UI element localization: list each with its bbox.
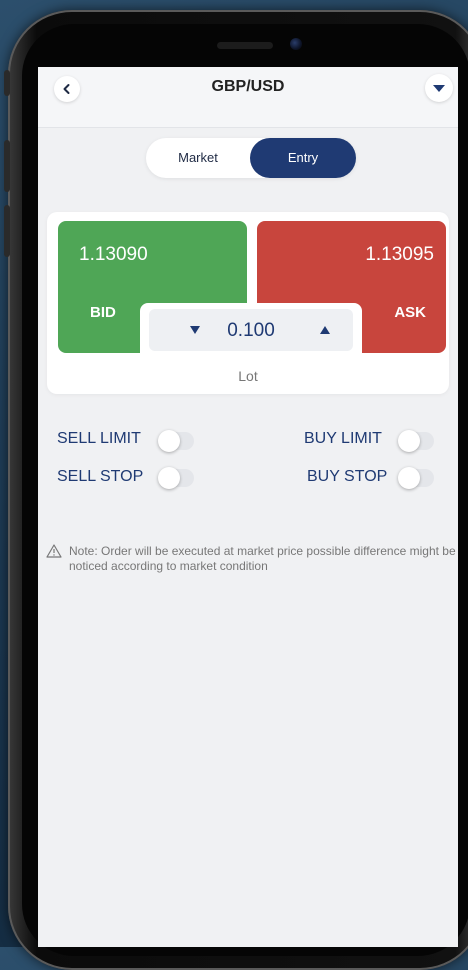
lot-stepper: 0.100 bbox=[149, 309, 353, 351]
toggle-knob bbox=[398, 430, 420, 452]
phone-side-button bbox=[4, 70, 10, 96]
order-type-tabs: Market Entry bbox=[146, 138, 356, 178]
phone-volume-down-button bbox=[4, 205, 10, 257]
sell-limit-toggle[interactable] bbox=[158, 430, 194, 452]
ask-label: ASK bbox=[394, 304, 426, 321]
lot-increase-button[interactable] bbox=[305, 309, 345, 351]
app-screen: GBP/USD Market Entry 1.13090 BID 1.13095… bbox=[38, 67, 458, 947]
top-bar: GBP/USD bbox=[38, 67, 458, 128]
phone-volume-up-button bbox=[4, 140, 10, 192]
note-text: Note: Order will be executed at market p… bbox=[69, 544, 456, 573]
warning-icon bbox=[46, 544, 62, 558]
sell-stop-toggle[interactable] bbox=[158, 467, 194, 489]
phone-camera bbox=[290, 38, 302, 50]
buy-limit-toggle[interactable] bbox=[398, 430, 434, 452]
buy-stop-label: BUY STOP bbox=[307, 468, 388, 485]
triangle-up-icon bbox=[320, 326, 330, 334]
bid-label: BID bbox=[90, 304, 116, 321]
sell-stop-label: SELL STOP bbox=[57, 468, 144, 485]
buy-limit-label: BUY LIMIT bbox=[304, 430, 382, 447]
lot-panel: 0.100 bbox=[140, 303, 362, 355]
page-title: GBP/USD bbox=[211, 78, 285, 95]
ask-price: 1.13095 bbox=[365, 244, 434, 265]
bid-price: 1.13090 bbox=[79, 244, 148, 265]
toggle-knob bbox=[158, 430, 180, 452]
toggle-knob bbox=[158, 467, 180, 489]
lot-label: Lot bbox=[238, 368, 258, 384]
symbol-dropdown-button[interactable] bbox=[425, 74, 453, 102]
tab-market[interactable]: Market bbox=[146, 138, 250, 178]
phone-speaker bbox=[217, 42, 273, 49]
toggle-knob bbox=[398, 467, 420, 489]
buy-stop-toggle[interactable] bbox=[398, 467, 434, 489]
caret-down-icon bbox=[433, 85, 445, 92]
tab-entry[interactable]: Entry bbox=[250, 138, 356, 178]
sell-limit-label: SELL LIMIT bbox=[57, 430, 141, 447]
